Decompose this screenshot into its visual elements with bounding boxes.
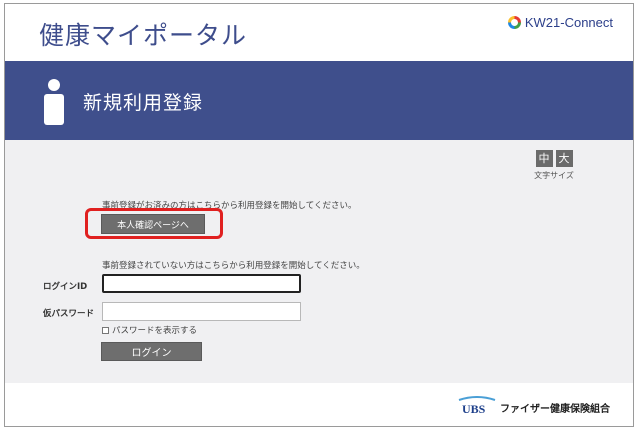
ubs-logo-text: UBS: [462, 402, 486, 416]
font-size-large-button[interactable]: 大: [555, 150, 573, 167]
font-size-label: 文字サイズ: [534, 171, 574, 180]
temp-password-input[interactable]: [102, 302, 301, 321]
kw21-logo-icon: [507, 16, 521, 29]
page-title: 新規利用登録: [83, 92, 204, 114]
font-size-medium-button[interactable]: 中: [535, 150, 553, 167]
login-id-label: ログインID: [43, 282, 88, 292]
partner-logo-text: KW21-Connect: [524, 15, 613, 30]
partner-logo: KW21-Connect: [507, 15, 613, 30]
portal-title: 健康マイポータル: [39, 21, 248, 50]
login-button[interactable]: ログイン: [101, 342, 202, 361]
not-registered-message: 事前登録されていない方はこちらから利用登録を開始してください。: [102, 261, 365, 271]
portal-window: 健康マイポータル KW21-Connect 新規利用登録 中 大 文字サイズ 事…: [4, 3, 634, 427]
organization-name: ファイザー健康保険組合: [500, 404, 610, 415]
show-password-checkbox[interactable]: [102, 326, 109, 334]
page-banner: 新規利用登録: [5, 61, 633, 140]
login-id-input[interactable]: [102, 274, 301, 293]
temp-password-label: 仮パスワード: [43, 309, 95, 319]
footer: UBS ファイザー健康保険組合: [5, 383, 633, 426]
show-password-toggle[interactable]: パスワードを表示する: [102, 324, 197, 336]
identity-verification-button[interactable]: 本人確認ページへ: [101, 214, 205, 234]
ubs-logo-icon: UBS: [458, 396, 496, 416]
registration-content: 中 大 文字サイズ 事前登録がお済みの方はこちらから利用登録を開始してください。…: [5, 140, 633, 383]
font-size-control: 中 大 文字サイズ: [531, 150, 577, 181]
header: 健康マイポータル KW21-Connect: [5, 4, 633, 61]
user-icon: [44, 79, 64, 125]
show-password-label: パスワードを表示する: [112, 326, 198, 336]
